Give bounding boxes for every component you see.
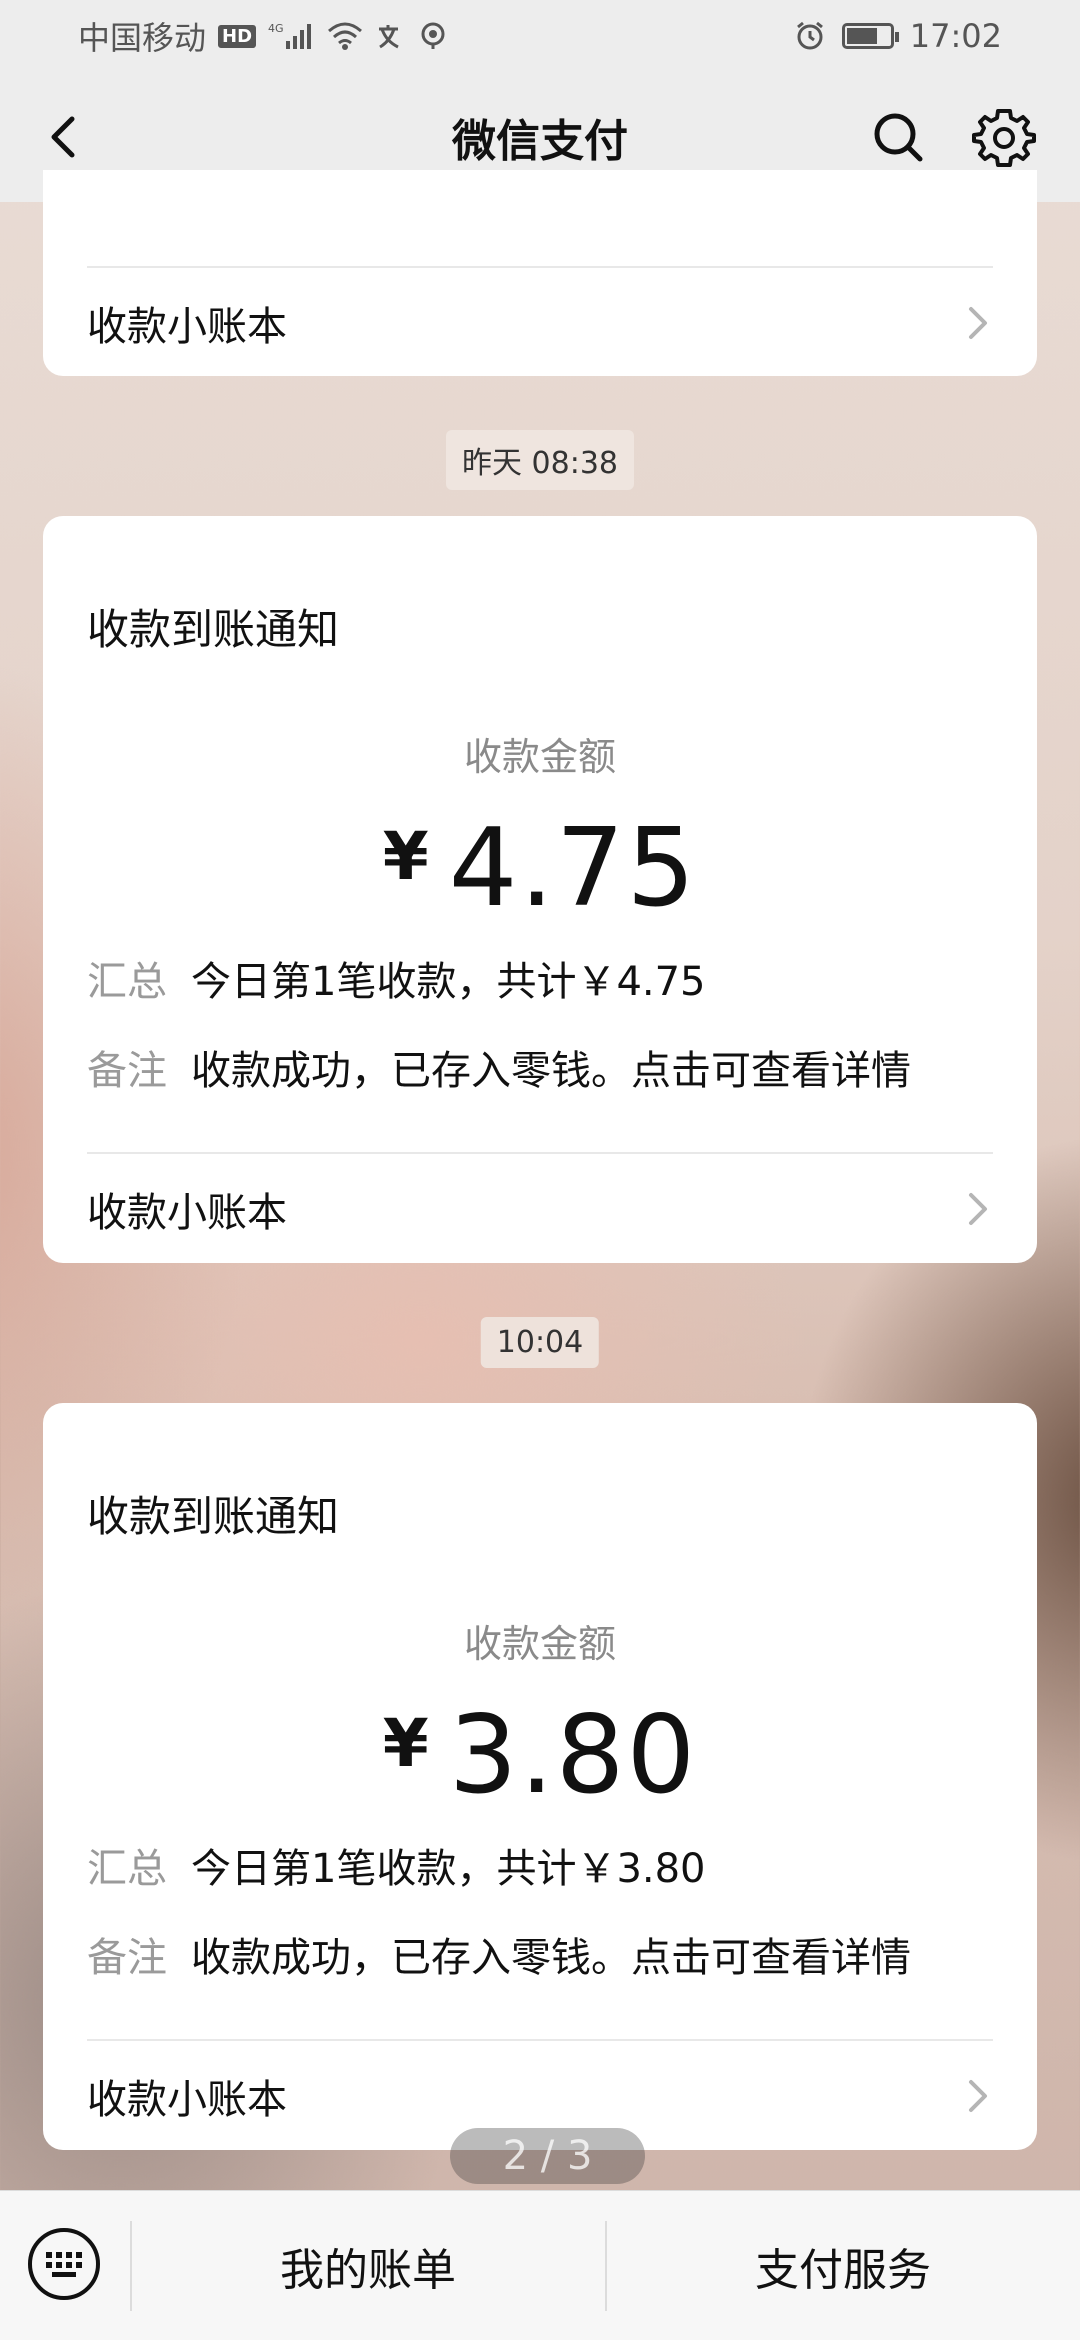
- page-indicator: 2 / 3: [450, 2128, 645, 2184]
- currency-symbol: ¥: [382, 1705, 429, 1782]
- summary-value: 今日第1笔收款，共计￥3.80: [191, 1846, 706, 1892]
- summary-row: 汇总 今日第1笔收款，共计￥3.80: [87, 1836, 1007, 1894]
- remark-key: 备注: [87, 1935, 167, 1981]
- message-time: 昨天 08:38: [446, 430, 634, 490]
- ledger-label: 收款小账本: [87, 2077, 287, 2123]
- card-title: 收款到账通知: [87, 1492, 340, 1541]
- signal-icon: 4G: [268, 22, 312, 49]
- clock-time: 17:02: [909, 17, 1002, 55]
- message-card-partial[interactable]: 收款小账本: [43, 170, 1037, 376]
- remark-row: 备注 收款成功，已存入零钱。点击可查看详情: [87, 1038, 1007, 1096]
- summary-value: 今日第1笔收款，共计￥4.75: [191, 959, 706, 1005]
- card-title: 收款到账通知: [87, 605, 340, 654]
- message-time: 10:04: [480, 1317, 600, 1368]
- location-icon: [421, 22, 445, 49]
- keyboard-icon[interactable]: [26, 2226, 102, 2302]
- summary-key: 汇总: [87, 959, 167, 1005]
- ledger-label: 收款小账本: [87, 1190, 287, 1236]
- chevron-right-icon: [969, 307, 987, 339]
- carrier-label: 中国移动: [78, 19, 207, 57]
- battery-icon: [841, 23, 899, 49]
- payment-notification-card[interactable]: 收款到账通知 收款金额 ¥ 4.75 汇总 今日第1笔收款，共计￥4.75 备注…: [43, 516, 1037, 1263]
- remark-key: 备注: [87, 1048, 167, 1094]
- amount-value: 3.80: [448, 1693, 698, 1818]
- chevron-right-icon: [969, 2080, 987, 2112]
- back-icon[interactable]: [36, 107, 96, 167]
- amount-row: ¥ 3.80: [43, 1693, 1037, 1823]
- amount-label: 收款金额: [463, 735, 616, 779]
- summary-key: 汇总: [87, 1846, 167, 1892]
- search-icon[interactable]: [868, 107, 928, 167]
- ledger-label: 收款小账本: [87, 304, 287, 350]
- hd-badge: HD: [218, 24, 257, 48]
- payment-notification-card[interactable]: 收款到账通知 收款金额 ¥ 3.80 汇总 今日第1笔收款，共计￥3.80 备注…: [43, 1403, 1037, 2150]
- alarm-icon: [796, 21, 823, 50]
- network-type: 4G: [268, 22, 284, 35]
- remark-value: 收款成功，已存入零钱。点击可查看详情: [191, 1935, 911, 1981]
- remark-value: 收款成功，已存入零钱。点击可查看详情: [191, 1048, 911, 1094]
- my-bill-button[interactable]: 我的账单: [130, 2191, 606, 2340]
- bottom-menu-bar: 我的账单 支付服务: [0, 2190, 1080, 2340]
- translate-icon: [379, 25, 399, 49]
- status-bar: 中国移动 HD 4G 17:02: [0, 0, 1080, 72]
- remark-row: 备注 收款成功，已存入零钱。点击可查看详情: [87, 1925, 1007, 1983]
- gear-icon[interactable]: [972, 105, 1036, 169]
- ledger-link[interactable]: 收款小账本: [43, 1154, 1037, 1263]
- payment-services-button[interactable]: 支付服务: [606, 2191, 1080, 2340]
- summary-row: 汇总 今日第1笔收款，共计￥4.75: [87, 949, 1007, 1007]
- wifi-icon: [328, 22, 363, 50]
- amount-label: 收款金额: [463, 1622, 616, 1666]
- amount-row: ¥ 4.75: [43, 806, 1037, 936]
- currency-symbol: ¥: [382, 818, 429, 895]
- ledger-link[interactable]: 收款小账本: [43, 268, 1037, 376]
- chevron-right-icon: [969, 1193, 987, 1225]
- amount-value: 4.75: [448, 806, 698, 931]
